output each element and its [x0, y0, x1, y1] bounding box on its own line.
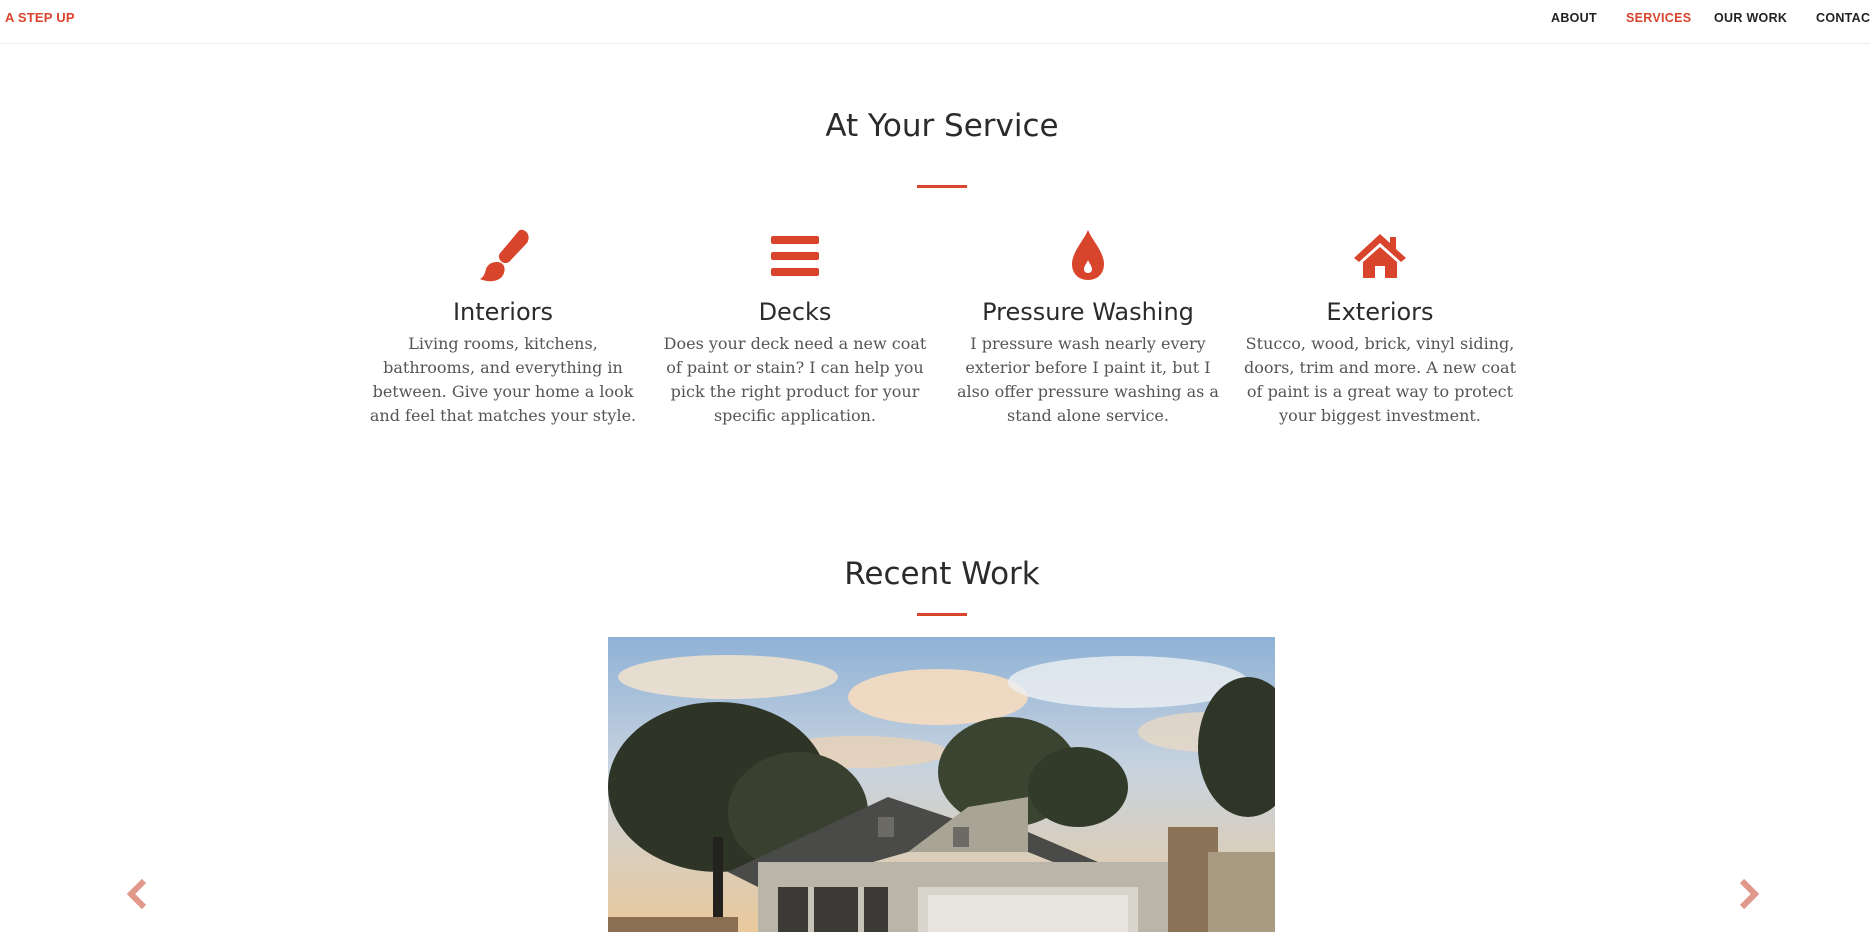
navbar: A STEP UP ABOUT SERVICES OUR WORK CONTAC — [0, 0, 1870, 44]
service-description: I pressure wash nearly every exterior be… — [957, 334, 1219, 425]
nav-item-about[interactable]: ABOUT — [1551, 11, 1597, 25]
service-title: Exteriors — [1326, 298, 1434, 326]
recent-work-heading: Recent Work — [844, 556, 1040, 592]
nav-item-services[interactable]: SERVICES — [1626, 11, 1691, 25]
nav-item-our-work[interactable]: OUR WORK — [1714, 11, 1787, 25]
services-heading: At Your Service — [825, 108, 1059, 144]
home-icon — [1240, 226, 1520, 286]
service-title: Decks — [758, 298, 832, 326]
service-title: Interiors — [452, 298, 554, 326]
drop-icon — [948, 226, 1228, 286]
service-description: Does your deck need a new coat of paint … — [663, 334, 927, 425]
service-description: Living rooms, kitchens, bathrooms, and e… — [369, 334, 637, 425]
service-title: Pressure Washing — [982, 298, 1194, 326]
recent-work-divider — [917, 613, 967, 616]
service-description: Stucco, wood, brick, vinyl siding, doors… — [1243, 334, 1516, 425]
main-nav: ABOUT SERVICES OUR WORK CONTAC — [0, 11, 1870, 31]
service-exteriors: Exteriors Stucco, wood, brick, vinyl sid… — [1240, 226, 1520, 428]
chevron-right-icon[interactable] — [1734, 878, 1762, 910]
services-divider — [917, 185, 967, 188]
house-photo — [608, 637, 1275, 932]
service-pressure-washing: Pressure Washing I pressure wash nearly … — [948, 226, 1228, 428]
chevron-left-icon[interactable] — [124, 878, 152, 910]
nav-item-contact[interactable]: CONTAC — [1816, 11, 1870, 25]
service-interiors: Interiors Living rooms, kitchens, bathro… — [363, 226, 643, 428]
service-decks: Decks Does your deck need a new coat of … — [655, 226, 935, 428]
bars-icon — [655, 226, 935, 286]
paintbrush-icon — [363, 226, 643, 286]
